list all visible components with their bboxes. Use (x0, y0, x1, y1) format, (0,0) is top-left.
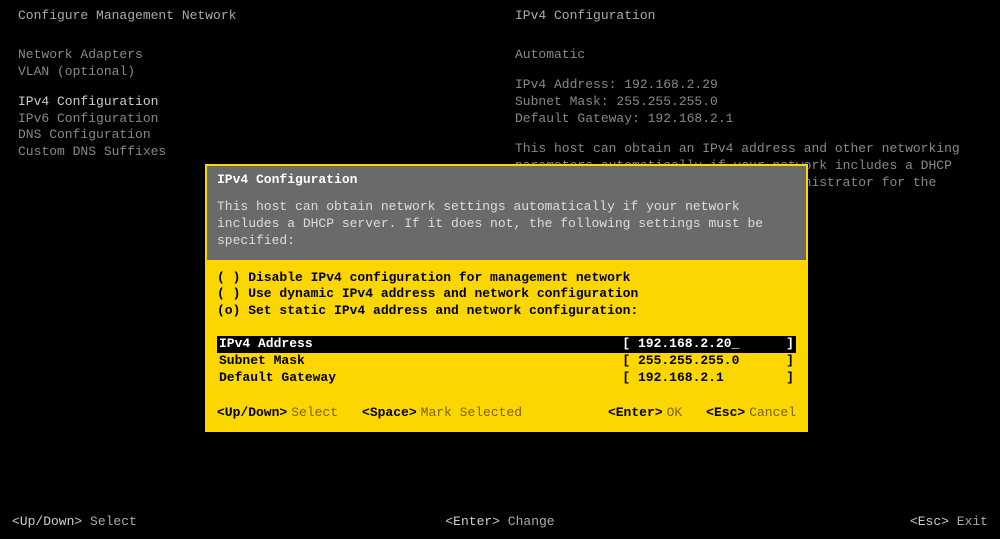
dialog-description: This host can obtain network settings au… (217, 199, 796, 250)
bg-left-item[interactable] (18, 81, 488, 94)
bottom-center: <Enter> Change (337, 514, 662, 531)
bg-right-lines: IPv4 Address: 192.168.2.29Subnet Mask: 2… (515, 77, 985, 128)
dialog-field-row[interactable]: Subnet Mask [ 255.255.255.0 ] (217, 353, 796, 370)
bg-left-item[interactable]: Network Adapters (18, 47, 488, 64)
dialog-options: ( ) Disable IPv4 configuration for manag… (217, 270, 796, 321)
dialog-footer-label: Mark Selected (421, 405, 522, 420)
dialog-footer-key: <Enter> (608, 405, 663, 420)
bottom-left-label-text: Select (90, 514, 137, 529)
dialog-footer: <Up/Down> Select <Space> Mark Selected <Ent… (207, 395, 806, 430)
bg-left-item[interactable]: DNS Configuration (18, 127, 488, 144)
dialog-footer-hint: <Space> Mark Selected (362, 405, 522, 422)
dialog-footer-key: <Esc> (706, 405, 745, 420)
dialog-footer-key: <Up/Down> (217, 405, 287, 420)
dialog-footer-key: <Space> (362, 405, 417, 420)
dialog-option[interactable]: ( ) Use dynamic IPv4 address and network… (217, 286, 796, 303)
bottom-center-label: Change (508, 514, 555, 529)
bg-left-item[interactable]: Custom DNS Suffixes (18, 144, 488, 161)
bottom-hint-bar: <Up/Down> Select <Enter> Change <Esc> Ex… (0, 514, 1000, 531)
bg-right-line: Default Gateway: 192.168.2.1 (515, 111, 985, 128)
bottom-left-key: <Up/Down> (12, 514, 82, 529)
dialog-field-label: IPv4 Address (219, 336, 313, 353)
dialog-field-value[interactable]: [ 192.168.2.20_ ] (622, 336, 794, 353)
dialog-field-row[interactable]: Default Gateway [ 192.168.2.1 ] (217, 370, 796, 387)
bg-left-item[interactable]: IPv6 Configuration (18, 111, 488, 128)
bottom-right-label: Exit (957, 514, 988, 529)
dialog-field-value[interactable]: [ 192.168.2.1 ] (622, 370, 794, 387)
dialog-field-label: Default Gateway (219, 370, 336, 387)
bg-right-line: Subnet Mask: 255.255.255.0 (515, 94, 985, 111)
bg-left-panel: Configure Management Network Network Ada… (18, 8, 488, 161)
dialog-footer-right: <Enter> OK <Esc> Cancel (608, 405, 796, 422)
bg-left-title: Configure Management Network (18, 8, 488, 25)
bg-right-mode: Automatic (515, 47, 985, 64)
bg-right-title: IPv4 Configuration (515, 8, 985, 25)
dialog-field-row[interactable]: IPv4 Address [ 192.168.2.20_ ] (217, 336, 796, 353)
bg-left-item[interactable]: VLAN (optional) (18, 64, 488, 81)
dialog-field-label: Subnet Mask (219, 353, 305, 370)
bottom-right: <Esc> Exit (663, 514, 988, 531)
bg-right-line: IPv4 Address: 192.168.2.29 (515, 77, 985, 94)
dialog-option[interactable]: ( ) Disable IPv4 configuration for manag… (217, 270, 796, 287)
dialog-footer-hint: <Up/Down> Select (217, 405, 338, 422)
ipv4-config-dialog: IPv4 Configuration This host can obtain … (205, 164, 808, 432)
dialog-fields: IPv4 Address[ 192.168.2.20_ ]Subnet Mask… (217, 336, 796, 387)
dialog-option[interactable]: (o) Set static IPv4 address and network … (217, 303, 796, 320)
dialog-field-value[interactable]: [ 255.255.255.0 ] (622, 353, 794, 370)
dialog-footer-hint: <Enter> OK (608, 405, 682, 422)
bottom-right-key: <Esc> (910, 514, 949, 529)
dialog-footer-label: Cancel (749, 405, 796, 420)
dialog-body: ( ) Disable IPv4 configuration for manag… (207, 260, 806, 395)
dialog-footer-hint: <Esc> Cancel (706, 405, 796, 422)
bottom-center-key: <Enter> (445, 514, 500, 529)
dialog-footer-left: <Up/Down> Select <Space> Mark Selected (217, 405, 522, 422)
dialog-header: IPv4 Configuration This host can obtain … (207, 166, 806, 260)
dialog-footer-label: Select (291, 405, 338, 420)
dialog-footer-label: OK (667, 405, 683, 420)
bg-left-item[interactable]: IPv4 Configuration (18, 94, 488, 111)
dialog-title: IPv4 Configuration (217, 172, 796, 189)
bg-left-items: Network AdaptersVLAN (optional) IPv4 Conf… (18, 47, 488, 161)
bottom-left: <Up/Down> Select (12, 514, 337, 531)
